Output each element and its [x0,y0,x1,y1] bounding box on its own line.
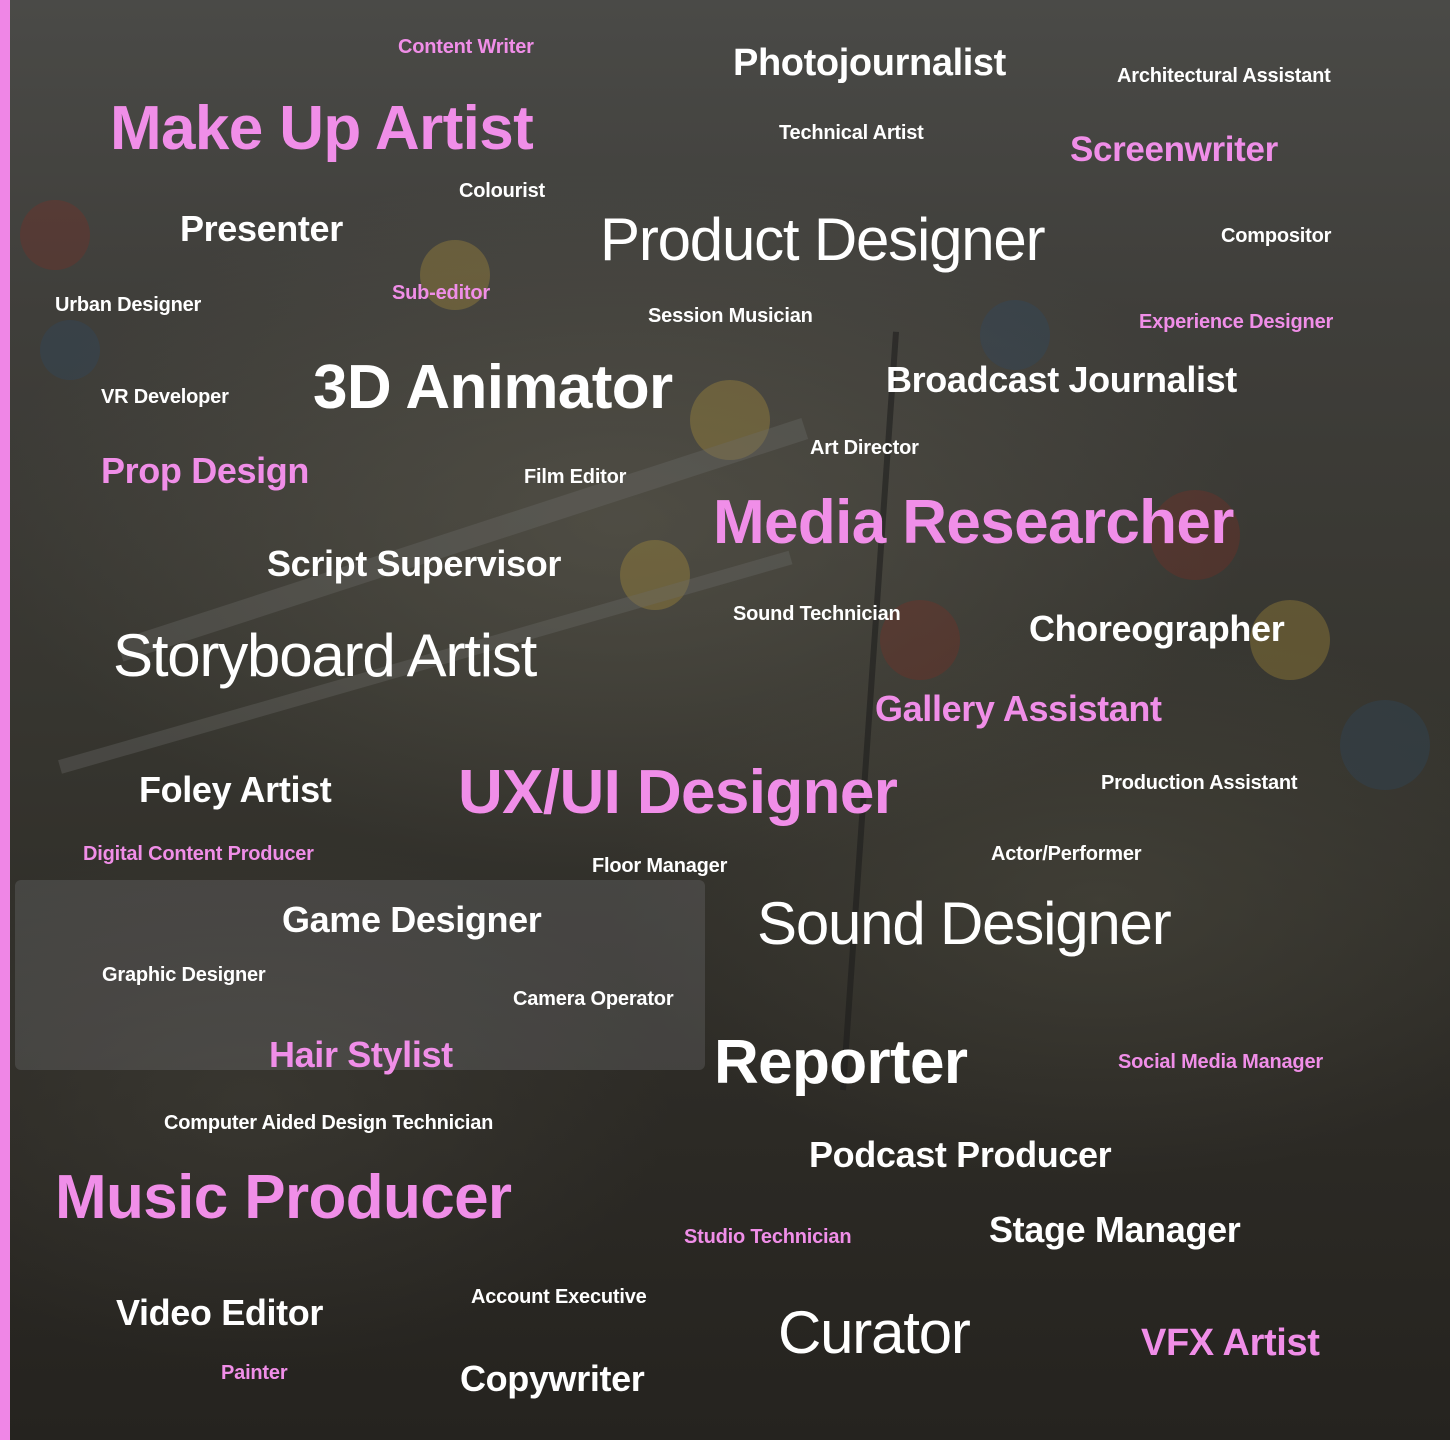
word-sound-technician: Sound Technician [733,603,901,625]
word-screenwriter: Screenwriter [1070,130,1278,169]
word-colourist: Colourist [459,180,545,202]
word-reporter: Reporter [714,1028,968,1097]
word-urban-designer: Urban Designer [55,294,202,316]
word-compositor: Compositor [1221,225,1332,247]
word-sub-editor: Sub-editor [392,282,490,304]
word-floor-manager: Floor Manager [592,855,728,877]
word-gallery-assistant: Gallery Assistant [875,688,1162,729]
word-music-producer: Music Producer [55,1163,512,1232]
word-media-researcher: Media Researcher [713,488,1234,557]
word-choreographer: Choreographer [1029,608,1285,649]
word-cad-technician: Computer Aided Design Technician [164,1112,494,1134]
word-sound-designer: Sound Designer [757,890,1172,957]
word-production-assistant: Production Assistant [1101,772,1298,794]
word-presenter: Presenter [180,208,343,249]
word-cloud-canvas: Content Writer Photojournalist Architect… [0,0,1450,1440]
left-accent-bar [0,0,10,1440]
word-camera-operator: Camera Operator [513,988,674,1010]
word-ux-ui-designer: UX/UI Designer [458,758,898,827]
word-account-executive: Account Executive [471,1286,647,1308]
shield-shape [40,320,100,380]
word-photojournalist: Photojournalist [733,42,1006,84]
word-session-musician: Session Musician [648,305,813,327]
word-experience-designer: Experience Designer [1139,311,1334,333]
word-social-media-manager: Social Media Manager [1118,1051,1323,1073]
word-3d-animator: 3D Animator [313,353,673,422]
word-broadcast-journalist: Broadcast Journalist [886,359,1237,400]
word-actor-performer: Actor/Performer [991,843,1142,865]
word-video-editor: Video Editor [116,1292,324,1333]
shield-shape [20,200,90,270]
word-graphic-designer: Graphic Designer [102,964,266,986]
word-prop-design: Prop Design [101,450,310,491]
word-make-up-artist: Make Up Artist [110,94,534,163]
word-technical-artist: Technical Artist [779,122,924,144]
word-film-editor: Film Editor [524,466,627,488]
word-storyboard-artist: Storyboard Artist [113,622,537,689]
word-stage-manager: Stage Manager [989,1209,1241,1250]
word-podcast-producer: Podcast Producer [809,1134,1112,1175]
word-hair-stylist: Hair Stylist [269,1034,453,1075]
word-art-director: Art Director [810,437,919,459]
word-vr-developer: VR Developer [101,386,229,408]
word-foley-artist: Foley Artist [139,769,332,810]
word-curator: Curator [778,1299,971,1366]
word-vfx-artist: VFX Artist [1141,1322,1320,1364]
word-game-designer: Game Designer [282,899,542,940]
word-studio-technician: Studio Technician [684,1226,852,1248]
shield-shape [1340,700,1430,790]
word-painter: Painter [221,1362,288,1384]
word-script-supervisor: Script Supervisor [267,543,561,584]
word-content-writer: Content Writer [398,36,534,58]
word-copywriter: Copywriter [460,1358,645,1399]
word-product-designer: Product Designer [600,206,1046,273]
word-architectural-assistant: Architectural Assistant [1117,65,1331,87]
word-digital-content-producer: Digital Content Producer [83,843,314,865]
